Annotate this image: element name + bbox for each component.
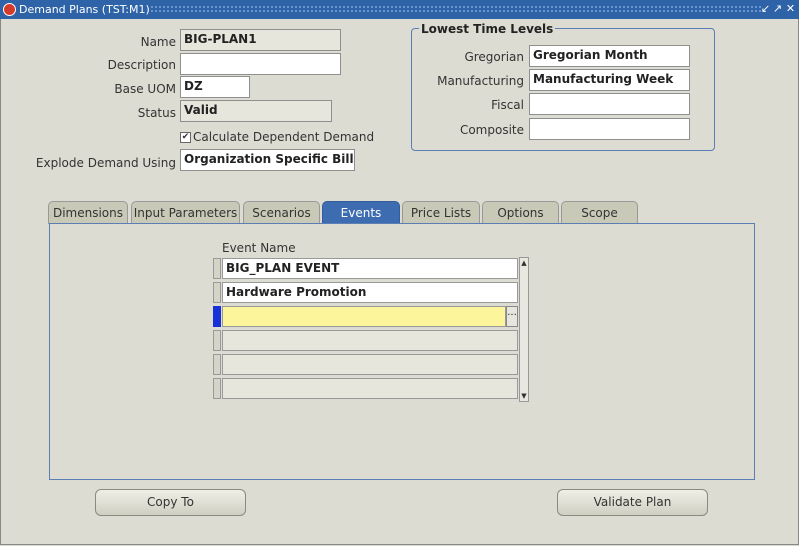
manufacturing-field[interactable]: Manufacturing Week (529, 69, 690, 91)
event-name-cell[interactable]: Hardware Promotion (222, 282, 518, 303)
event-name-cell[interactable] (222, 354, 518, 375)
validate-plan-button[interactable]: Validate Plan (557, 489, 708, 516)
row-selector[interactable] (213, 330, 221, 351)
close-icon[interactable]: ✕ (785, 2, 796, 16)
checkbox-check-icon[interactable]: ✔ (180, 132, 191, 143)
event-name-cell[interactable] (222, 330, 518, 351)
gregorian-field[interactable]: Gregorian Month (529, 45, 690, 67)
explode-demand-field[interactable]: Organization Specific Bill of (180, 149, 355, 171)
event-name-cell[interactable] (222, 378, 518, 399)
row-selector[interactable] (213, 354, 221, 375)
row-selector[interactable] (213, 378, 221, 399)
description-field[interactable] (180, 53, 341, 75)
row-selector[interactable] (213, 258, 221, 279)
tab-options[interactable]: Options (482, 201, 559, 224)
tab-scenarios[interactable]: Scenarios (243, 201, 320, 224)
window-title: Demand Plans (TST:M1) (19, 3, 150, 16)
row-selector[interactable] (213, 282, 221, 303)
window-titlebar[interactable]: Demand Plans (TST:M1) ↙ ↗ ✕ (0, 0, 799, 19)
name-label: Name (140, 35, 176, 49)
tab-scope[interactable]: Scope (561, 201, 638, 224)
fiscal-label: Fiscal (491, 98, 524, 112)
copy-to-button[interactable]: Copy To (95, 489, 246, 516)
calculate-dependent-demand-checkbox[interactable]: ✔ Calculate Dependent Demand (180, 130, 374, 144)
tab-input-parameters[interactable]: Input Parameters (131, 201, 240, 224)
composite-label: Composite (459, 123, 524, 137)
tab-price-lists[interactable]: Price Lists (402, 201, 480, 224)
event-name-cell[interactable]: BIG_PLAN EVENT (222, 258, 518, 279)
titlebar-pattern (150, 5, 761, 14)
scroll-up-icon[interactable]: ▲ (520, 258, 528, 268)
gregorian-label: Gregorian (464, 50, 524, 64)
manufacturing-label: Manufacturing (437, 74, 524, 88)
base-uom-label: Base UOM (114, 82, 176, 96)
current-row-indicator[interactable] (213, 306, 221, 327)
event-name-cell-active[interactable] (222, 306, 506, 327)
scroll-down-icon[interactable]: ▼ (520, 391, 528, 401)
description-label: Description (107, 58, 176, 72)
event-name-column-header: Event Name (222, 241, 296, 255)
fiscal-field[interactable] (529, 93, 690, 115)
explode-demand-label: Explode Demand Using (35, 156, 176, 170)
maximize-icon[interactable]: ↗ (772, 2, 783, 16)
name-field[interactable]: BIG-PLAN1 (180, 29, 341, 51)
status-field[interactable]: Valid (180, 100, 332, 122)
calculate-dependent-demand-label: Calculate Dependent Demand (193, 130, 375, 144)
tab-events[interactable]: Events (322, 201, 400, 224)
composite-field[interactable] (529, 118, 690, 140)
oracle-app-icon (3, 3, 16, 16)
base-uom-field[interactable]: DZ (180, 76, 250, 98)
minimize-icon[interactable]: ↙ (760, 2, 771, 16)
status-label: Status (137, 106, 176, 120)
events-vertical-scrollbar[interactable]: ▲ ▼ (519, 257, 529, 402)
lowest-time-levels-title: Lowest Time Levels (419, 22, 556, 36)
lov-ellipsis-icon[interactable]: ··· (506, 306, 518, 327)
tab-dimensions[interactable]: Dimensions (48, 201, 128, 224)
